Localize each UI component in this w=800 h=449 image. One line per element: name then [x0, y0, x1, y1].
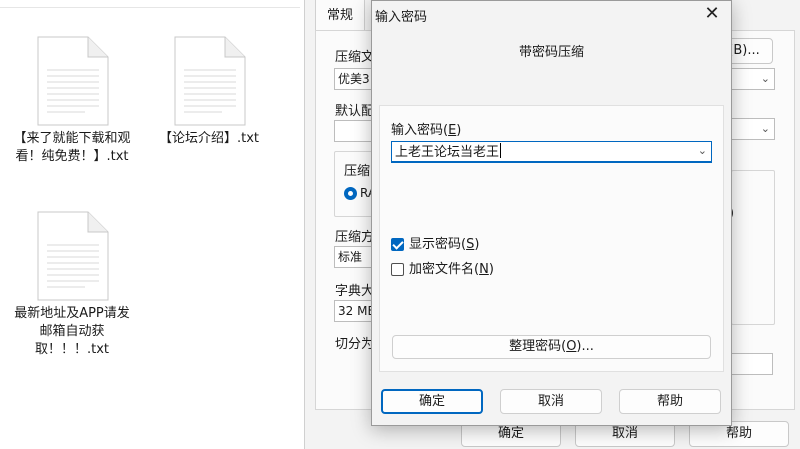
password-dialog: 输入密码 ✕ 带密码压缩 输入密码(E) 上老王论坛当老王 ⌄ 显示密码(S) …	[371, 0, 732, 426]
encrypt-filenames-label: 加密文件名(N)	[409, 262, 494, 277]
dialog-header-text: 带密码压缩	[518, 45, 584, 60]
compression-method-label: 压缩方	[335, 230, 373, 245]
close-icon[interactable]: ✕	[699, 3, 725, 27]
desktop-file-item[interactable]: 最新地址及APP请发邮箱自动获取！！！.txt	[13, 211, 131, 359]
file-name: 最新地址及APP请发邮箱自动获取！！！.txt	[14, 306, 130, 357]
split-volumes-input[interactable]	[725, 353, 773, 375]
dialog-title: 输入密码	[375, 10, 428, 25]
chevron-down-icon: ⌄	[760, 72, 770, 85]
show-password-checkbox[interactable]	[391, 238, 404, 251]
chevron-down-icon[interactable]: ⌄	[698, 144, 707, 157]
default-profile-label: 默认配	[335, 104, 373, 119]
encrypt-filenames-checkbox[interactable]	[391, 263, 404, 276]
compression-method-select[interactable]: 标准	[334, 246, 374, 268]
archive-options-group	[731, 170, 775, 325]
text-document-icon	[35, 211, 109, 301]
archive-name-dropdown[interactable]: ⌄	[725, 68, 775, 90]
dictionary-size-select[interactable]: 32 MB	[334, 300, 374, 322]
password-input[interactable]: 上老王论坛当老王	[395, 143, 502, 162]
desktop-file-area: 【来了就能下载和观看！纯免费！】.txt 【论坛介绍】.txt 最新地址及APP…	[0, 0, 304, 449]
update-mode-dropdown[interactable]: ⌄	[725, 118, 775, 140]
ok-button[interactable]: 确定	[381, 389, 483, 414]
desktop-file-item[interactable]: 【论坛介绍】.txt	[150, 36, 268, 148]
text-document-icon	[35, 36, 109, 126]
chevron-down-icon: ⌄	[760, 122, 770, 135]
rar-format-radio[interactable]	[344, 187, 357, 200]
default-profile-select[interactable]	[334, 120, 374, 142]
dialog-titlebar[interactable]: 输入密码 ✕	[372, 1, 731, 29]
text-document-icon	[172, 36, 246, 126]
profile-select[interactable]: 优美3	[334, 68, 374, 90]
cancel-button[interactable]: 取消	[500, 389, 602, 414]
dictionary-size-label: 字典大	[335, 284, 373, 299]
password-combobox[interactable]: 上老王论坛当老王 ⌄	[391, 141, 712, 163]
help-button[interactable]: 帮助	[619, 389, 721, 414]
archive-format-label: 压缩	[344, 164, 371, 179]
password-label: 输入密码(E)	[391, 123, 462, 138]
desktop-top-divider	[0, 0, 300, 8]
split-volumes-label: 切分为	[335, 337, 373, 352]
tab-general[interactable]: 常规	[315, 0, 365, 30]
show-password-label: 显示密码(S)	[409, 237, 480, 252]
archive-name-label: 压缩文	[335, 50, 373, 65]
desktop-file-item[interactable]: 【来了就能下载和观看！纯免费！】.txt	[13, 36, 131, 166]
file-name: 【论坛介绍】.txt	[158, 131, 260, 146]
organize-passwords-button[interactable]: 整理密码(O)...	[392, 335, 711, 359]
file-name: 【来了就能下载和观看！纯免费！】.txt	[13, 131, 131, 164]
